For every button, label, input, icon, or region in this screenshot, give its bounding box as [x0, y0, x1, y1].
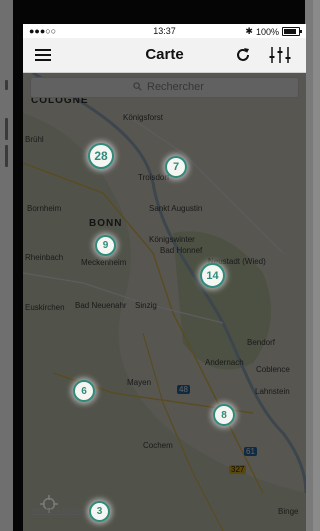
road-badge: 48 [177, 385, 190, 394]
map-cluster-marker[interactable]: 6 [73, 380, 95, 402]
app-header: Carte [23, 38, 306, 73]
place-label: Mayen [127, 378, 152, 387]
place-label: Sinzig [135, 301, 157, 310]
mute-switch [5, 80, 8, 90]
place-label: Königswinter [149, 235, 195, 244]
map-view[interactable]: COLOGNE Königsforst Brühl Troisdorf Born… [23, 73, 306, 531]
page-title: Carte [145, 46, 184, 63]
search-placeholder: Rechercher [147, 81, 204, 93]
place-label: Coblence [256, 365, 290, 374]
map-cluster-marker[interactable]: 8 [213, 404, 235, 426]
place-label: Bornheim [27, 204, 62, 213]
search-icon [133, 82, 142, 91]
battery-icon [282, 27, 302, 36]
volume-down-button [5, 145, 8, 167]
map-cluster-marker[interactable]: 7 [165, 156, 187, 178]
place-label: Andernach [205, 358, 244, 367]
place-label: Brühl [25, 135, 44, 144]
place-label: Euskirchen [25, 303, 65, 312]
bluetooth-icon: ✱ [245, 26, 253, 36]
phone-frame: ●●●○○ 13:37 ✱ 100% Carte COLOGNE Königsf… [0, 0, 313, 531]
search-input[interactable]: Rechercher [30, 77, 299, 98]
road-badge: 327 [229, 465, 247, 474]
battery-percent: 100% [255, 26, 279, 37]
volume-up-button [5, 118, 8, 140]
place-label: BONN [89, 218, 123, 229]
place-label: Bad Honnef [160, 246, 203, 255]
place-label: Cochem [143, 441, 173, 450]
map-cluster-marker[interactable]: 14 [200, 263, 225, 288]
legal-link[interactable]: Mentions légales [32, 508, 85, 515]
place-label: Binge [278, 507, 299, 516]
screen: ●●●○○ 13:37 ✱ 100% Carte COLOGNE Königsf… [23, 24, 306, 531]
map-cluster-marker[interactable]: 9 [95, 235, 116, 256]
place-label: Königsforst [123, 113, 164, 122]
place-label: Sankt Augustin [149, 204, 203, 213]
place-label: Rheinbach [25, 253, 64, 262]
status-right: ✱ 100% [245, 26, 302, 37]
place-label: Meckenheim [81, 258, 127, 267]
place-label: Troisdorf [138, 173, 170, 182]
place-label: Bad Neuenahr [75, 301, 127, 310]
status-bar: ●●●○○ 13:37 ✱ 100% [23, 24, 306, 38]
sliders-icon[interactable] [269, 46, 291, 64]
road-badge: 61 [244, 447, 257, 456]
map-terrain [23, 73, 306, 531]
map-cluster-marker[interactable]: 3 [89, 501, 110, 522]
phone-edge-right [305, 0, 313, 531]
refresh-icon[interactable] [234, 46, 252, 64]
place-label: Lahnstein [255, 387, 290, 396]
map-cluster-marker[interactable]: 28 [88, 143, 114, 169]
place-label: Bendorf [247, 338, 276, 347]
